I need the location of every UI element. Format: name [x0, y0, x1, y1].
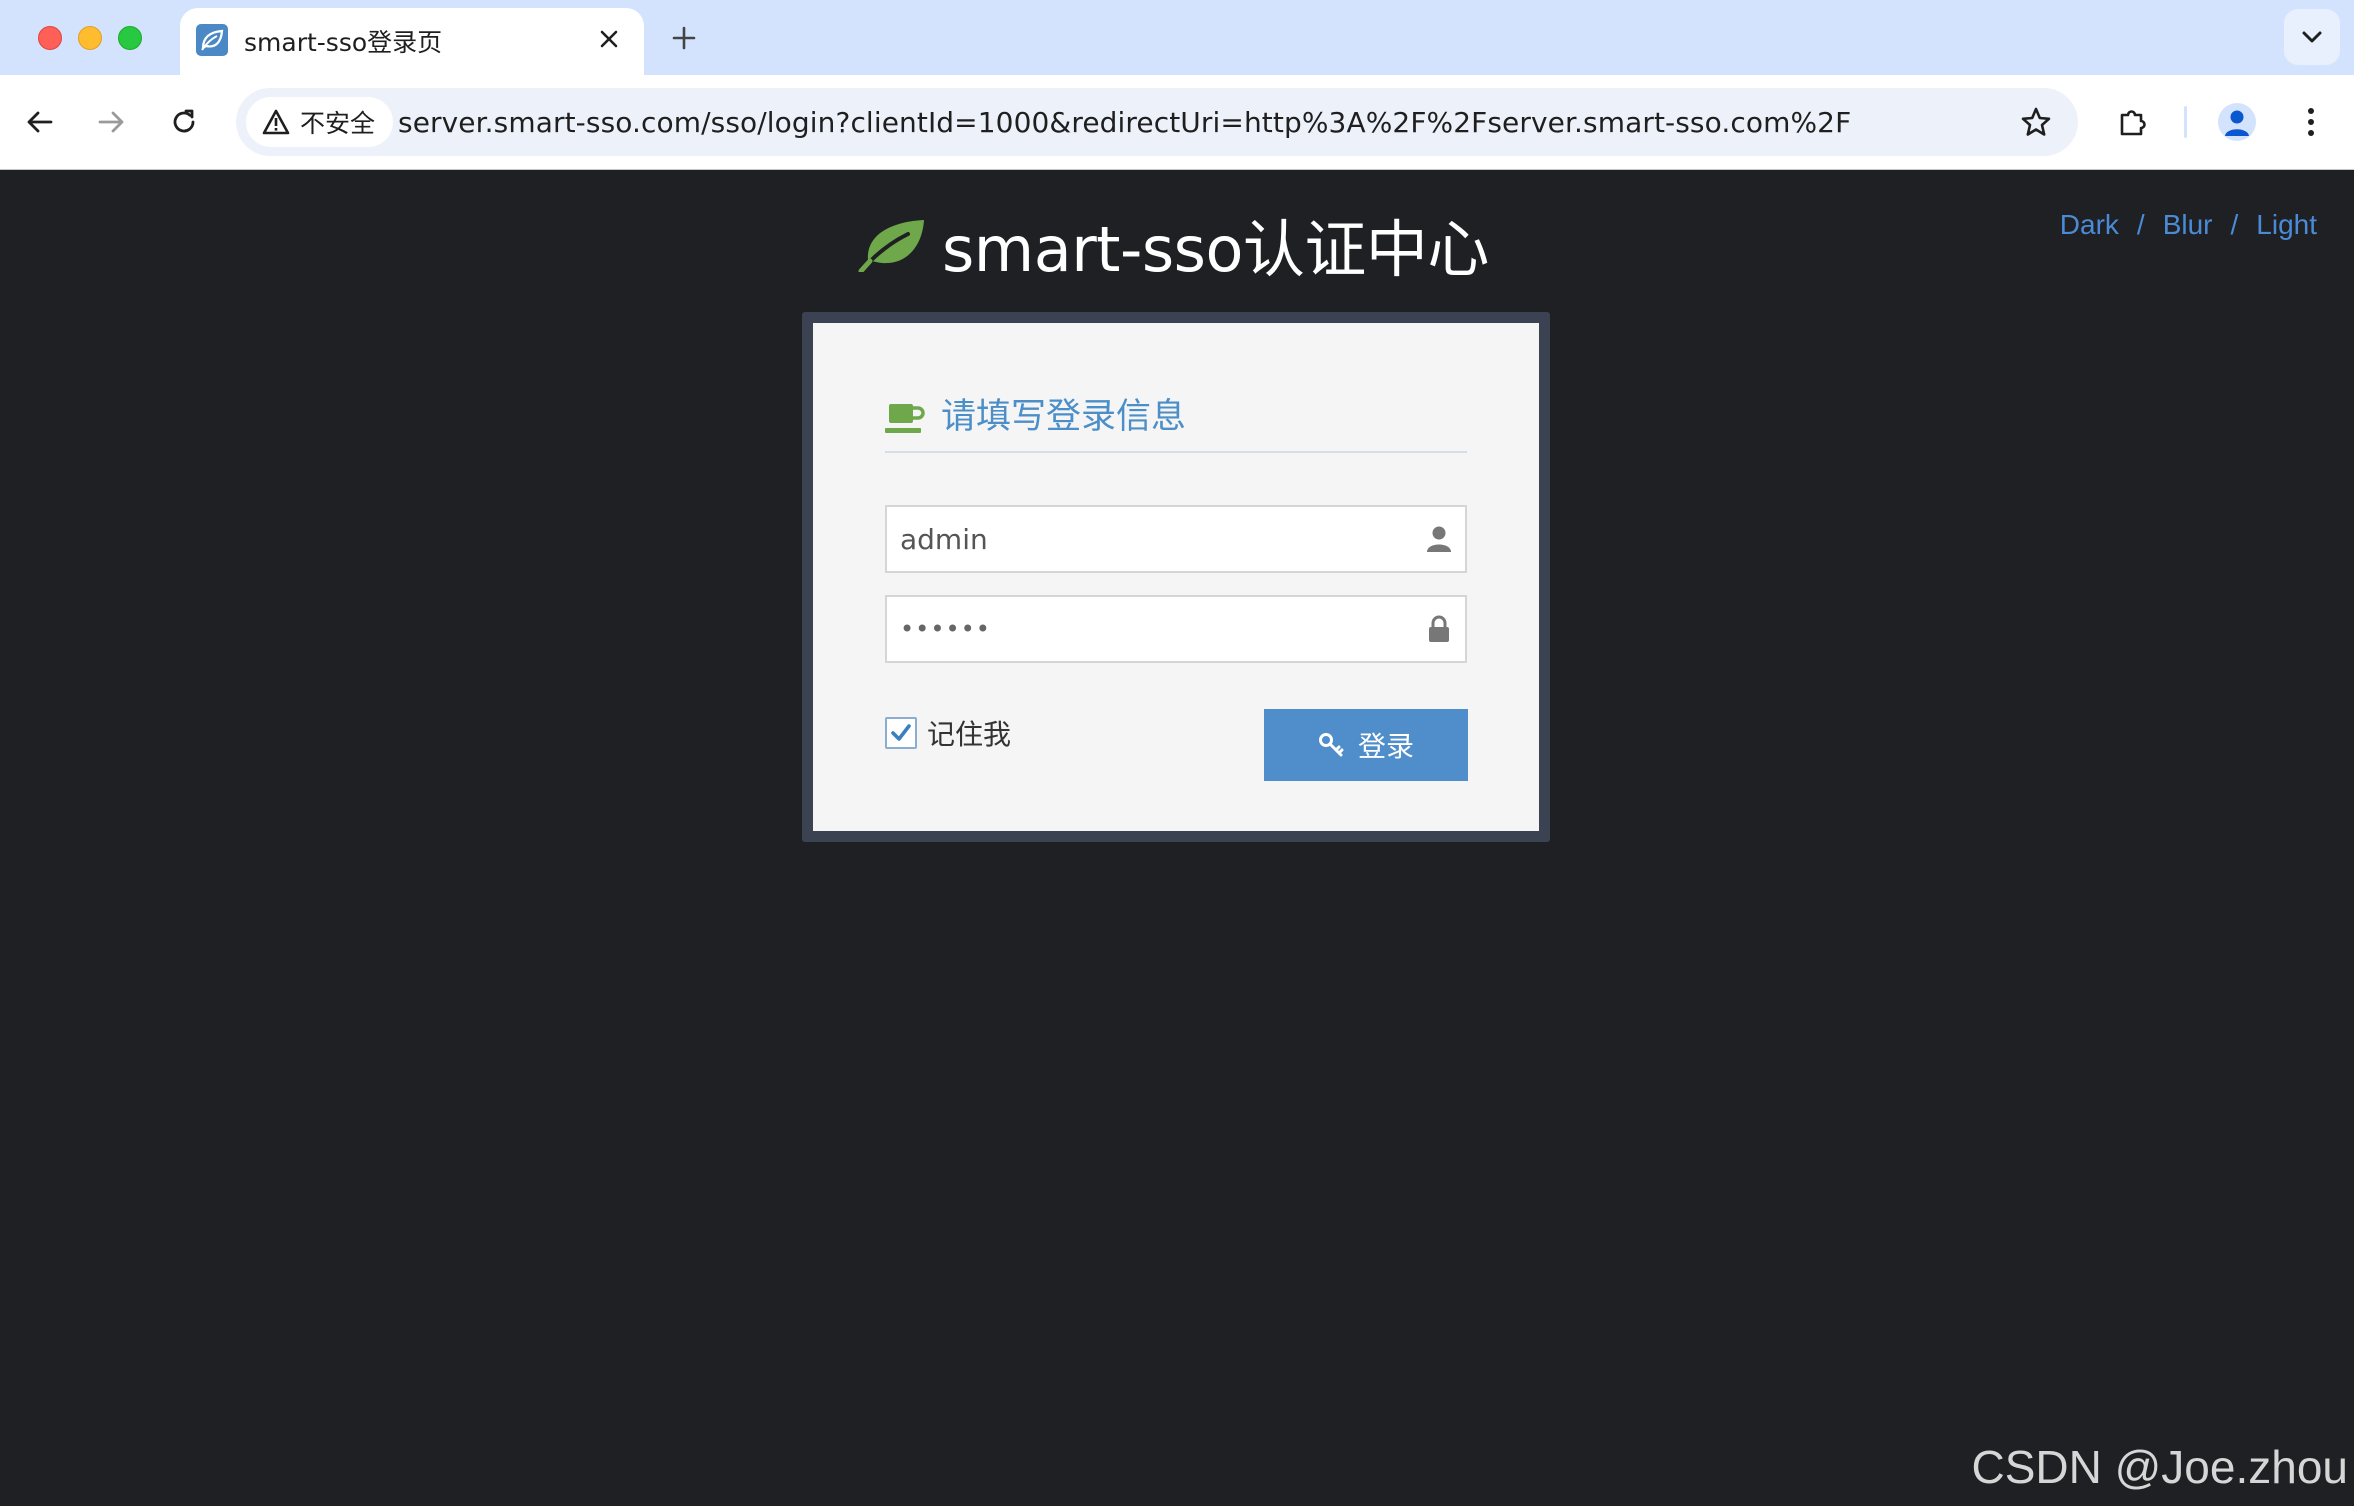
window-minimize-button[interactable]	[78, 26, 102, 50]
security-label: 不安全	[300, 109, 376, 138]
window-close-button[interactable]	[38, 26, 62, 50]
remember-label: 记住我	[927, 718, 1012, 751]
password-value: ••••••	[900, 615, 991, 643]
address-bar[interactable]: 不安全 server.smart-sso.com/sso/login?clien…	[236, 88, 2078, 156]
leaf-icon	[196, 24, 228, 56]
coffee-cup-icon	[885, 404, 925, 433]
login-heading: 请填写登录信息	[941, 397, 1187, 437]
browser-tab[interactable]: smart-sso登录页	[180, 8, 644, 75]
watermark: CSDN @Joe.zhou	[1971, 1441, 2348, 1493]
theme-link-light[interactable]: Light	[2256, 209, 2317, 240]
user-icon	[1423, 523, 1455, 555]
close-icon[interactable]	[592, 22, 626, 56]
tab-title: smart-sso登录页	[244, 28, 443, 57]
window-zoom-button[interactable]	[118, 26, 142, 50]
browser-tab-bar: smart-sso登录页	[0, 0, 2354, 75]
chevron-down-icon[interactable]	[2284, 9, 2340, 65]
remember-me[interactable]: 记住我	[885, 713, 1011, 753]
username-value: admin	[900, 523, 988, 556]
login-box-header: 请填写登录信息	[885, 395, 1467, 453]
warning-icon	[262, 109, 290, 135]
puzzle-icon[interactable]	[2108, 97, 2158, 147]
theme-separator: /	[2136, 209, 2145, 240]
remember-checkbox[interactable]	[885, 717, 917, 749]
brand-header: smart-sso认证中心	[858, 209, 1489, 286]
star-icon[interactable]	[2014, 100, 2058, 144]
leaf-icon	[858, 220, 924, 272]
arrow-left-icon[interactable]	[15, 97, 65, 147]
profile-button[interactable]	[2212, 97, 2262, 147]
browser-toolbar: 不安全 server.smart-sso.com/sso/login?clien…	[0, 75, 2354, 170]
reload-icon[interactable]	[159, 97, 209, 147]
toolbar-divider	[2184, 106, 2187, 138]
plus-icon[interactable]	[664, 18, 704, 58]
brand-title: smart-sso认证中心	[942, 213, 1489, 286]
password-input[interactable]: ••••••	[885, 595, 1467, 663]
theme-switcher: Dark / Blur / Light	[2060, 209, 2317, 241]
username-input[interactable]: admin	[885, 505, 1467, 573]
login-box: 请填写登录信息 admin •••••• 记住我 登录	[813, 323, 1539, 831]
key-icon	[1318, 733, 1344, 757]
theme-link-blur[interactable]: Blur	[2163, 209, 2213, 240]
login-frame: 请填写登录信息 admin •••••• 记住我 登录	[802, 312, 1550, 842]
security-chip[interactable]: 不安全	[246, 97, 394, 147]
lock-icon	[1423, 613, 1455, 645]
person-icon	[2218, 103, 2256, 141]
arrow-right-icon[interactable]	[86, 97, 136, 147]
login-button-label: 登录	[1357, 730, 1414, 763]
theme-separator: /	[2230, 209, 2239, 240]
login-button[interactable]: 登录	[1264, 709, 1468, 781]
theme-link-dark[interactable]: Dark	[2060, 209, 2119, 240]
page-content: Dark / Blur / Light smart-sso认证中心 请填写登录信息 ad…	[0, 171, 2354, 1506]
kebab-menu-icon[interactable]	[2286, 97, 2336, 147]
checkmark-icon	[891, 724, 911, 741]
url-text[interactable]: server.smart-sso.com/sso/login?clientId=…	[398, 106, 1851, 139]
